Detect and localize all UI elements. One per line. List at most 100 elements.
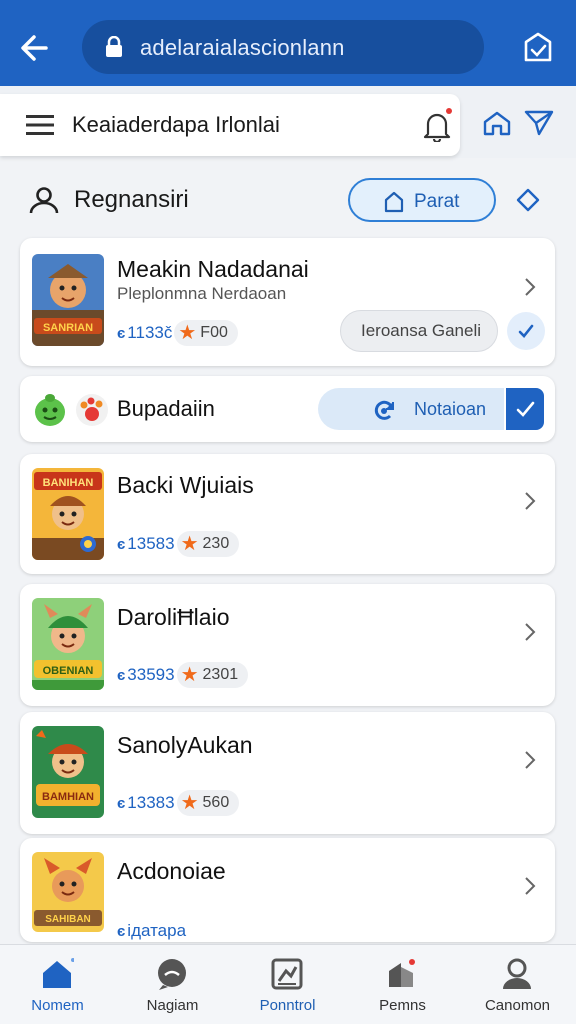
house-icon bbox=[384, 191, 404, 218]
chevron-right-icon[interactable] bbox=[523, 621, 537, 643]
nav-control[interactable]: Ponntrol bbox=[230, 945, 345, 1024]
game-card[interactable]: BAMHIAN SanolyAukan є 13383 ★ 560 bbox=[20, 712, 555, 834]
card-id: ідатара bbox=[127, 921, 187, 940]
app-header: Keaiaderdapa Irlonlai bbox=[0, 86, 576, 158]
browser-bar: adelaraialascionlann bbox=[0, 0, 576, 86]
thumb-text: BAMHIAN bbox=[42, 791, 94, 803]
card-stats: є 1133č ★ F00 bbox=[117, 320, 238, 346]
game-thumbnail: BAMHIAN bbox=[32, 726, 104, 818]
rating-badge: ★ 560 bbox=[176, 790, 240, 816]
bell-icon[interactable] bbox=[422, 110, 452, 147]
header-card: Keaiaderdapa Irlonlai bbox=[0, 94, 460, 156]
nav-profile[interactable]: Canomon bbox=[460, 945, 575, 1024]
card-id: 13583 bbox=[127, 534, 175, 553]
chevron-right-icon[interactable] bbox=[523, 490, 537, 512]
hamburger-menu-icon[interactable] bbox=[26, 114, 54, 141]
game-card[interactable]: BANIHAN Backi Wjuiais є 13583 ★ 230 bbox=[20, 454, 555, 574]
card-title: Acdonoiae bbox=[117, 858, 226, 884]
card-id: 1133č bbox=[127, 323, 173, 342]
card-stats: є 13383 ★ 560 bbox=[117, 790, 240, 816]
star-icon: ★ bbox=[180, 792, 199, 814]
game-thumbnail: SANRIAN bbox=[32, 254, 104, 346]
confirm-check-icon[interactable] bbox=[506, 388, 544, 430]
card-stats: є ідатара bbox=[117, 918, 188, 942]
chat-icon bbox=[155, 957, 189, 991]
nav-parcels[interactable]: Pemns bbox=[345, 945, 460, 1024]
star-icon: ★ bbox=[180, 664, 199, 686]
id-icon: є bbox=[117, 324, 126, 342]
star-icon: ★ bbox=[180, 533, 199, 555]
rating-badge: ★ F00 bbox=[174, 320, 238, 346]
nav-label: Canomon bbox=[484, 997, 551, 1014]
send-icon[interactable] bbox=[524, 108, 554, 141]
back-arrow-icon[interactable] bbox=[16, 28, 56, 68]
refresh-icon bbox=[372, 398, 396, 427]
chevron-right-icon[interactable] bbox=[523, 875, 537, 897]
notification-dot bbox=[446, 108, 452, 114]
nav-label: Ponntrol bbox=[259, 997, 316, 1014]
game-card[interactable]: SAHIBAN Acdonoiae є ідатара bbox=[20, 838, 555, 942]
url-text: adelaraialascionlann bbox=[140, 35, 345, 60]
thumb-text: BANIHAN bbox=[43, 477, 94, 489]
action-title: Bupadaiin bbox=[117, 396, 215, 421]
page-title: Keaiaderdapa Irlonlai bbox=[72, 112, 280, 137]
section-title: Regnansiri bbox=[74, 186, 189, 213]
diamond-icon[interactable] bbox=[516, 188, 540, 212]
id-icon: є bbox=[117, 794, 126, 812]
parcel-icon bbox=[385, 957, 419, 991]
tab-switch-icon[interactable] bbox=[518, 28, 558, 68]
chevron-right-icon[interactable] bbox=[523, 276, 537, 298]
game-card[interactable]: SANRIAN Meakin Nadadanai Pleplonmna Nerd… bbox=[20, 238, 555, 366]
rating-value: F00 bbox=[200, 324, 228, 341]
id-icon: є bbox=[117, 535, 126, 553]
url-bar[interactable]: adelaraialascionlann bbox=[82, 20, 484, 74]
game-thumbnail: OBENIAN bbox=[32, 598, 104, 690]
home-icon bbox=[40, 957, 75, 991]
rating-value: 560 bbox=[202, 794, 230, 811]
card-id: 33593 bbox=[127, 665, 175, 684]
section-action-label: Parat bbox=[414, 191, 460, 212]
control-icon bbox=[270, 957, 304, 991]
tag-pill[interactable]: Ieroansa Ganeli bbox=[340, 310, 498, 352]
card-title: SanolyAukan bbox=[117, 732, 253, 758]
thumb-text: SAHIBAN bbox=[45, 914, 91, 925]
card-title: Meakin Nadadanai bbox=[117, 256, 309, 282]
card-stats: є 13583 ★ 230 bbox=[117, 531, 240, 557]
game-card[interactable]: OBENIAN DaroliĦlaio є 33593 ★ 2301 bbox=[20, 584, 555, 706]
bottom-navigation: Nomem Nagiam Ponntrol Pemns Canomon bbox=[0, 944, 576, 1024]
notification-button[interactable]: Notaioan bbox=[318, 388, 504, 430]
star-icon: ★ bbox=[178, 322, 197, 344]
id-icon: є bbox=[117, 666, 126, 684]
game-thumbnail: BANIHAN bbox=[32, 468, 104, 560]
thumb-text: SANRIAN bbox=[43, 322, 93, 334]
card-id: 13383 bbox=[127, 793, 175, 812]
rating-badge: ★ 2301 bbox=[176, 662, 249, 688]
nav-label: Nomem bbox=[31, 997, 84, 1014]
user-icon bbox=[28, 184, 60, 221]
id-icon: є bbox=[117, 922, 126, 940]
nav-home[interactable]: Nomem bbox=[0, 945, 115, 1024]
rating-badge: ★ 230 bbox=[176, 531, 240, 557]
action-row: Bupadaiin Notaioan bbox=[20, 376, 555, 442]
rating-value: 2301 bbox=[202, 666, 239, 683]
chevron-right-icon[interactable] bbox=[523, 749, 537, 771]
lock-icon bbox=[104, 35, 124, 63]
game-thumbnail: SAHIBAN bbox=[32, 852, 104, 932]
paw-icon bbox=[74, 390, 110, 433]
card-title: DaroliĦlaio bbox=[117, 604, 230, 630]
profile-icon bbox=[500, 957, 534, 991]
home-outline-icon[interactable] bbox=[482, 110, 512, 141]
smiley-icon bbox=[32, 390, 68, 433]
thumb-text: OBENIAN bbox=[43, 665, 94, 677]
nav-messages[interactable]: Nagiam bbox=[115, 945, 230, 1024]
check-icon[interactable] bbox=[507, 312, 545, 350]
card-subtitle: Pleplonmna Nerdaoan bbox=[117, 284, 287, 303]
rating-value: 230 bbox=[202, 535, 230, 552]
tag-label: Ieroansa Ganeli bbox=[361, 321, 482, 340]
nav-label: Nagiam bbox=[146, 997, 199, 1014]
card-stats: є 33593 ★ 2301 bbox=[117, 662, 249, 688]
section-action-button[interactable]: Parat bbox=[348, 178, 496, 222]
nav-label: Pemns bbox=[379, 997, 426, 1014]
card-title: Backi Wjuiais bbox=[117, 472, 254, 498]
notification-button-label: Notaioan bbox=[414, 399, 487, 419]
